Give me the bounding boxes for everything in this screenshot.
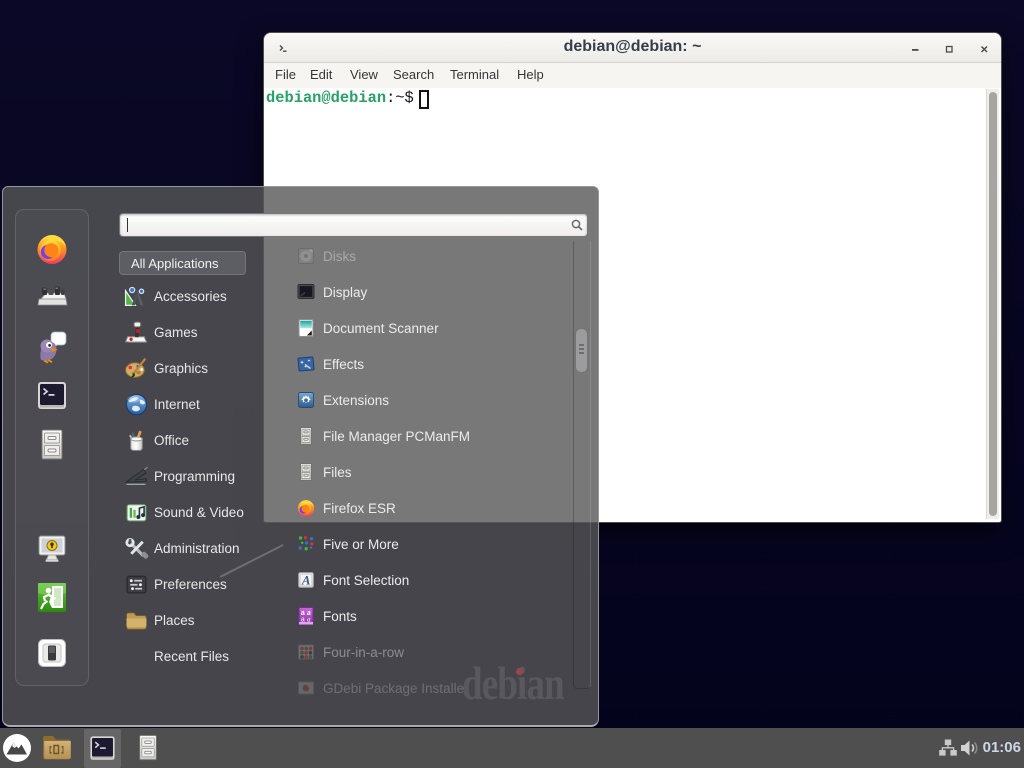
svg-text:A: A: [301, 573, 311, 588]
svg-text:a: a: [301, 617, 305, 624]
svg-text:a: a: [307, 616, 311, 624]
